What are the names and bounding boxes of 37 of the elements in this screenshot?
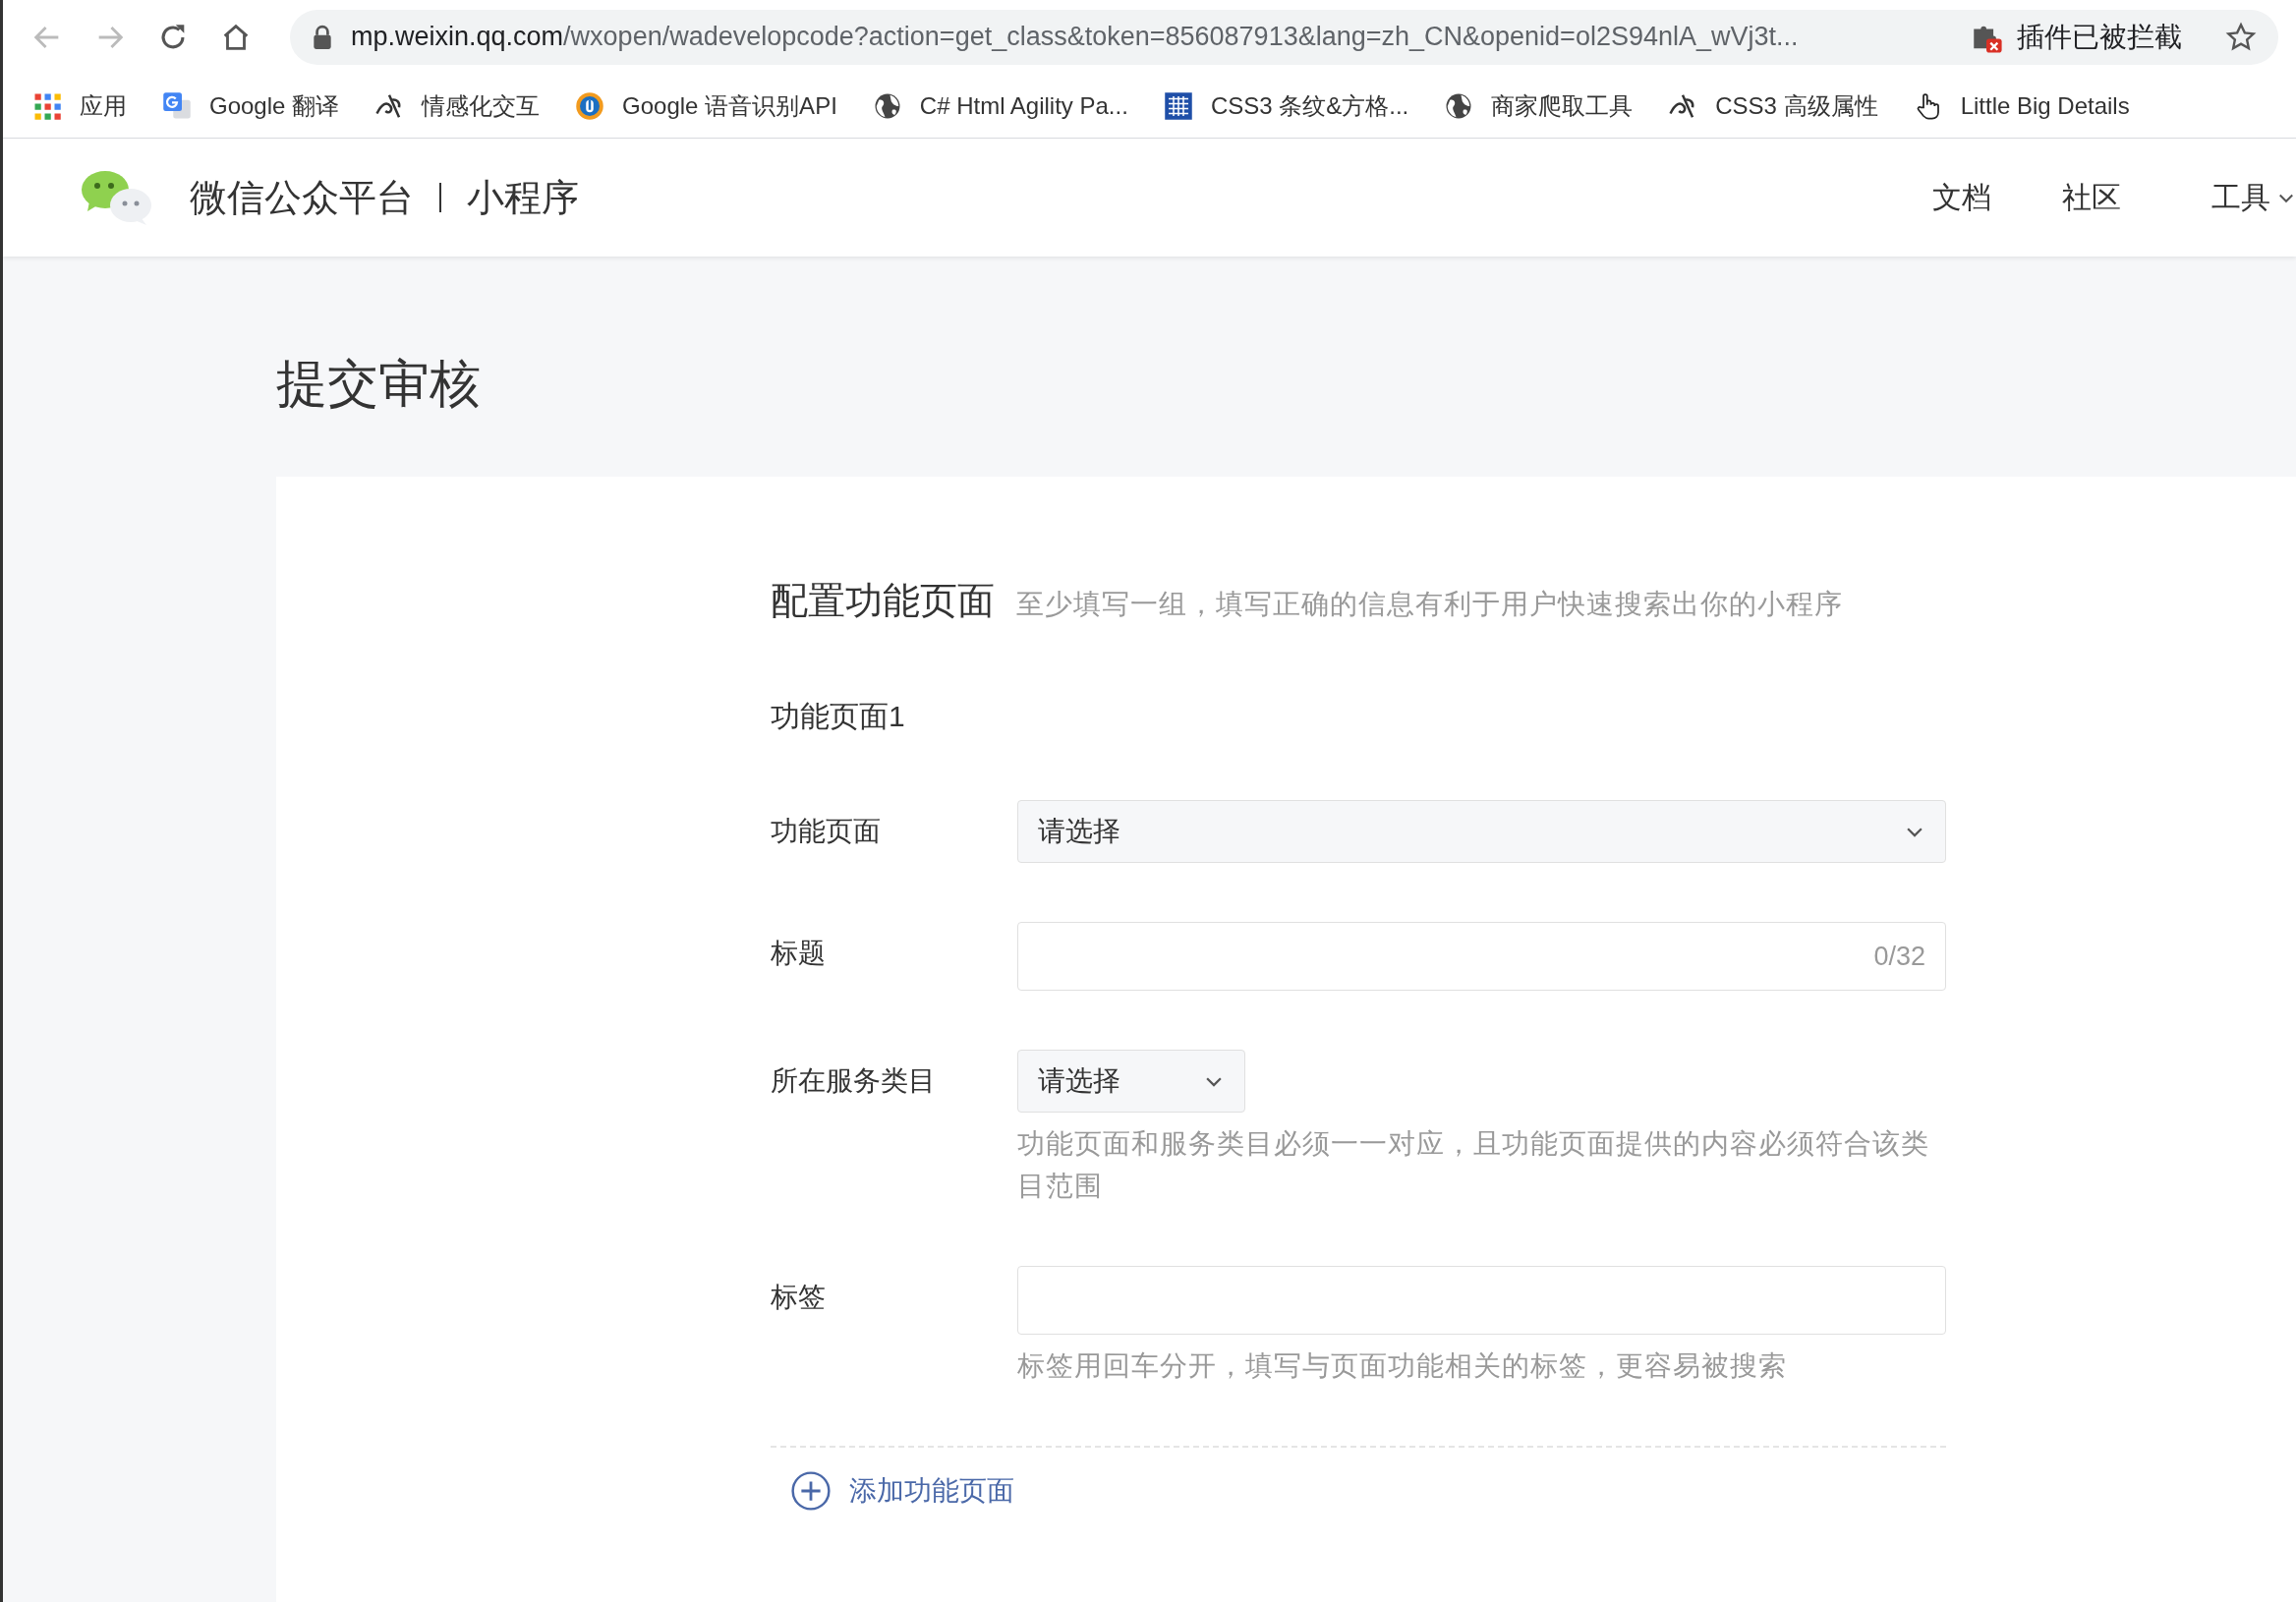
add-page-button[interactable]: 添加功能页面 — [790, 1470, 1014, 1512]
section-title: 配置功能页面 — [771, 579, 995, 623]
bookmark-link[interactable]: C# Html Agility Pa... — [872, 90, 1128, 121]
product-title: 小程序 — [467, 175, 579, 220]
bookmark-link[interactable]: CSS3 高级属性 — [1668, 89, 1878, 122]
help-text: 标签用回车分开，填写与页面功能相关的标签，更容易被搜索 — [1017, 1349, 1788, 1383]
input-field[interactable] — [1017, 1266, 1946, 1335]
circle-badge-icon — [575, 90, 605, 121]
field-label: 标签 — [771, 1281, 827, 1314]
address-bar[interactable]: mp.weixin.qq.com/wxopen/wadevelopcode?action=get_class&token=856087913&lang=zh_CN&openid=ol2S94nlA_wVj3t... 插件已被拦截 — [290, 9, 2278, 65]
header-nav-link[interactable]: 文档 — [1932, 177, 1991, 218]
bookmark-link[interactable]: Little Big Details — [1913, 90, 2130, 121]
plus-circle-icon — [790, 1470, 832, 1512]
bookmark-link[interactable]: Google 语音识别API — [575, 89, 837, 122]
header-nav-link[interactable]: 社区 — [2062, 177, 2121, 218]
page-title: 提交审核 — [276, 354, 482, 414]
platform-title: 微信公众平台 — [190, 175, 414, 220]
bookmark-link[interactable]: 应用 — [32, 89, 127, 122]
header-nav-link[interactable]: 工具 — [2211, 177, 2296, 218]
bookmark-star-icon[interactable] — [2225, 21, 2257, 53]
bookmark-link[interactable]: Google 翻译 — [162, 89, 340, 122]
lock-icon — [312, 24, 333, 50]
extension-blocked-label: 插件已被拦截 — [2017, 20, 2182, 54]
field-label: 标题 — [771, 937, 827, 970]
chat-bubbles-logo-icon[interactable] — [80, 168, 154, 227]
select-field[interactable]: 请选择 — [1017, 1050, 1245, 1113]
select-field[interactable]: 请选择 — [1017, 800, 1946, 863]
bookmark-link[interactable]: CSS3 条纹&方格... — [1163, 89, 1409, 122]
bookmark-link[interactable]: 情感化交互 — [374, 89, 541, 122]
help-text: 功能页面和服务类目必须一一对应，且功能页面提供的内容必须符合该类目范围 — [1017, 1127, 1930, 1203]
group-title: 功能页面1 — [771, 699, 906, 734]
field-label: 所在服务类目 — [771, 1064, 937, 1098]
field-label: 功能页面 — [771, 815, 882, 848]
grid-square-icon — [1163, 90, 1193, 121]
translate-icon — [162, 90, 192, 121]
section-hint: 至少填写一组，填写正确的信息有利于用户快速搜索出你的小程序 — [1016, 588, 1843, 621]
bookmark-link[interactable]: 商家爬取工具 — [1444, 89, 1634, 122]
